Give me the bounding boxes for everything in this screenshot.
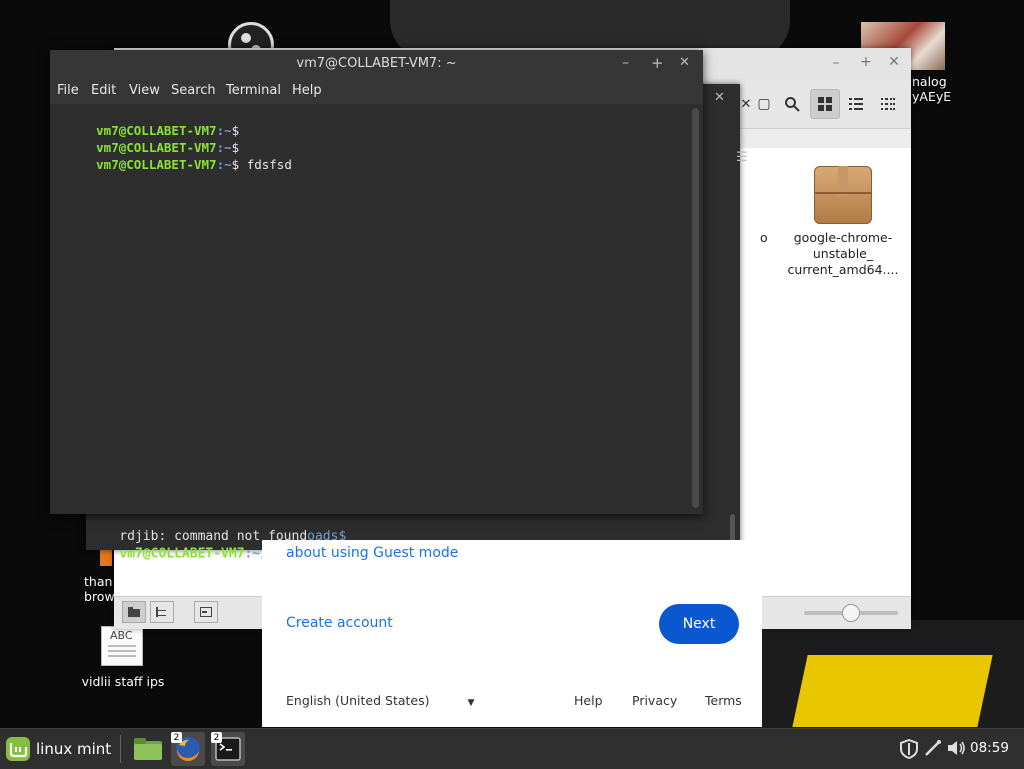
package-icon[interactable]: [814, 166, 872, 224]
sidebar-icon: [200, 607, 212, 617]
list-icon: [849, 98, 863, 110]
dropdown-arrow-icon: ▼: [467, 698, 475, 708]
network-icon[interactable]: [924, 739, 942, 761]
terminal-titlebar[interactable]: vm7@COLLABET-VM7: ~ – + ✕: [50, 50, 703, 78]
places-button[interactable]: [122, 601, 146, 623]
desktop-icon-label: nalog yAEyE: [912, 74, 952, 104]
close-button[interactable]: ✕: [679, 55, 690, 70]
folder-icon: [128, 607, 140, 617]
desktop-icon-label: vidlii staff ips: [81, 674, 165, 689]
file-label: google-chrome- unstable_ current_amd64..…: [787, 230, 899, 277]
terminal-menubar: File Edit View Search Terminal Help: [50, 78, 703, 104]
language-label: English (United States): [286, 693, 430, 708]
scrollbar[interactable]: [692, 108, 699, 508]
terminal-window-count-badge: 2: [211, 732, 222, 743]
menu-icon[interactable]: ☰: [736, 150, 748, 165]
partial-file-label: o: [760, 230, 768, 245]
terminal-window[interactable]: vm7@COLLABET-VM7: ~ – + ✕ File Edit View…: [50, 50, 703, 514]
search-icon: [785, 97, 800, 112]
menu-view[interactable]: View: [129, 83, 160, 98]
tree-icon: [156, 607, 166, 617]
document-icon-text: ABC: [110, 629, 133, 642]
wallpaper-shape: [792, 655, 993, 727]
location-icon[interactable]: ▢: [750, 90, 778, 118]
terms-link[interactable]: Terms: [705, 693, 742, 708]
create-account-link[interactable]: Create account: [286, 615, 393, 631]
icon-view-button[interactable]: [810, 89, 840, 119]
taskbar-separator: [120, 735, 121, 763]
start-menu-button[interactable]: linux mint: [4, 734, 111, 764]
search-button[interactable]: [778, 90, 806, 118]
menu-terminal[interactable]: Terminal: [226, 83, 281, 98]
shield-icon[interactable]: [900, 738, 918, 763]
minimize-button[interactable]: –: [826, 55, 846, 71]
language-select[interactable]: English (United States) ▼: [286, 693, 474, 708]
compact-icon: [881, 98, 895, 110]
close-button[interactable]: ✕: [884, 54, 904, 70]
firefox-window-count-badge: 2: [171, 732, 182, 743]
menu-file[interactable]: File: [57, 83, 79, 98]
toggle-sidebar-button[interactable]: [194, 601, 218, 623]
next-button[interactable]: Next: [659, 604, 739, 644]
menu-search[interactable]: Search: [171, 83, 216, 98]
compact-view-button[interactable]: [874, 90, 902, 118]
start-menu-label: linux mint: [36, 740, 112, 758]
window-title: vm7@COLLABET-VM7: ~: [296, 56, 457, 71]
list-view-button[interactable]: [842, 90, 870, 118]
document-icon[interactable]: ABC: [101, 626, 143, 666]
volume-icon[interactable]: [946, 739, 966, 761]
maximize-button[interactable]: +: [651, 54, 664, 72]
linux-mint-logo-icon: [6, 737, 30, 761]
menu-edit[interactable]: Edit: [91, 83, 116, 98]
minimize-button[interactable]: –: [622, 55, 629, 71]
terminal-prompt-line: vm7@COLLABET-VM7:~$ fdsfsd: [96, 157, 292, 172]
maximize-button[interactable]: +: [856, 54, 876, 70]
terminal-body[interactable]: vm7@COLLABET-VM7:~$ vm7@COLLABET-VM7:~$ …: [50, 104, 690, 514]
help-link[interactable]: Help: [574, 693, 603, 708]
folder-icon: [134, 738, 162, 760]
taskbar-files-button[interactable]: [131, 732, 165, 766]
taskbar: linux mint 2 2 08:59: [0, 728, 1024, 769]
google-signin-dialog: about using Guest mode Create account Ne…: [262, 540, 762, 727]
privacy-link[interactable]: Privacy: [632, 693, 677, 708]
tree-button[interactable]: [150, 601, 174, 623]
guest-mode-link[interactable]: about using Guest mode: [286, 545, 458, 561]
clock[interactable]: 08:59: [970, 740, 1009, 756]
grid-icon: [818, 97, 832, 111]
menu-help[interactable]: Help: [292, 83, 322, 98]
zoom-slider-handle[interactable]: [842, 604, 860, 622]
close-icon[interactable]: ✕: [714, 90, 725, 105]
